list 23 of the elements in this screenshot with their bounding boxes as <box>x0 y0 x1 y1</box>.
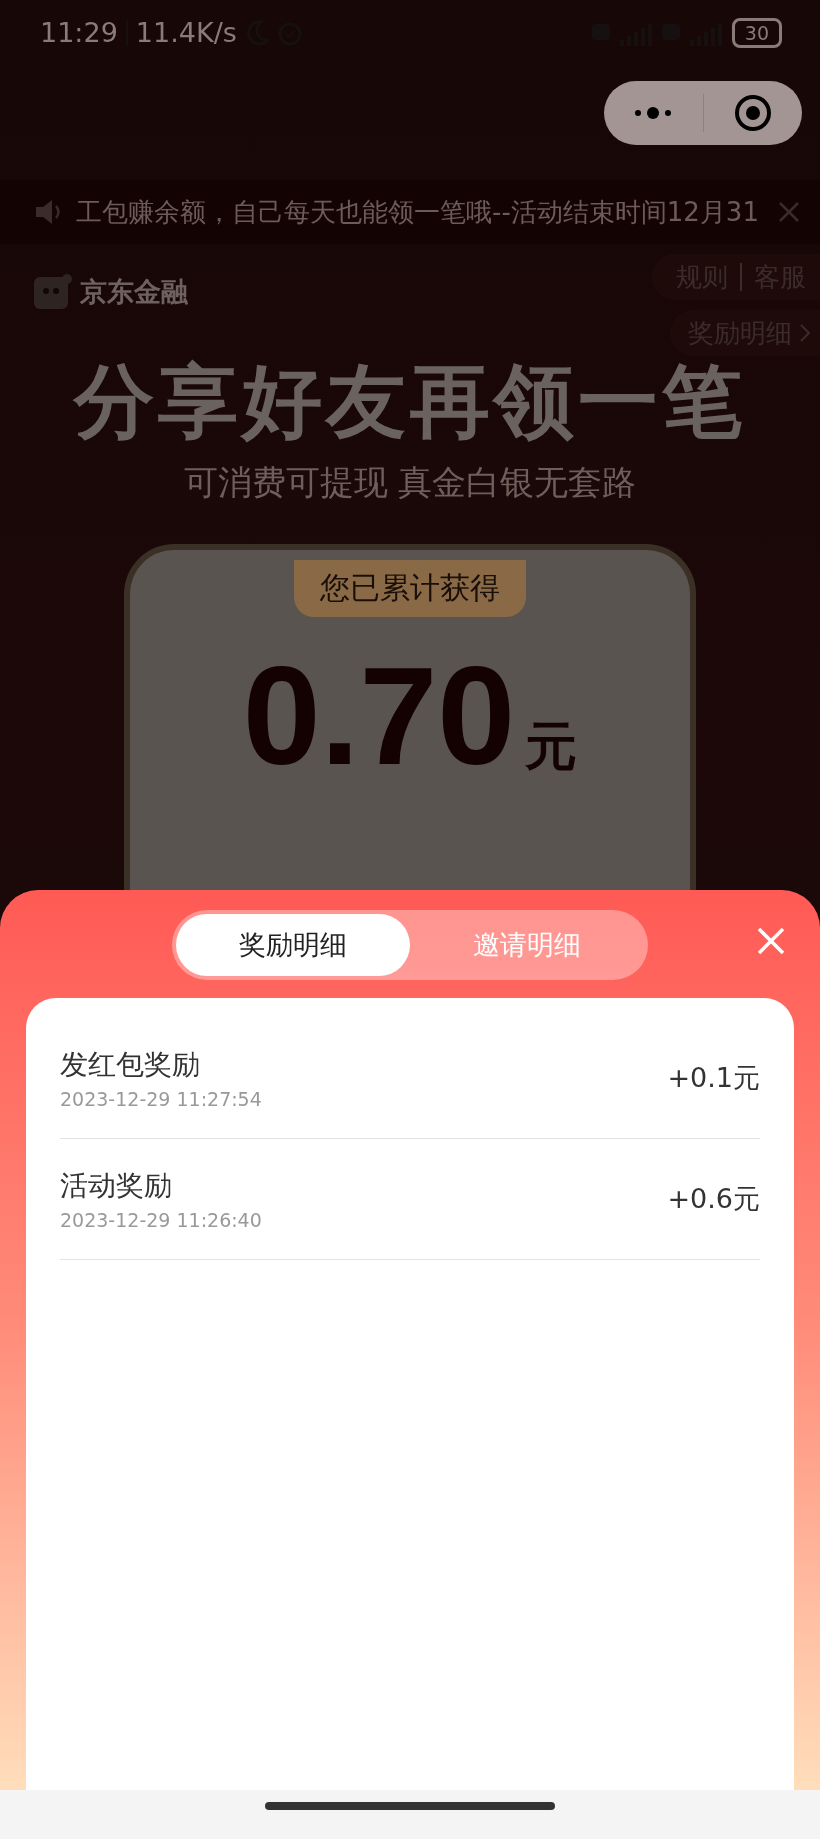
clock: 11:29 <box>40 17 118 49</box>
record-amount: +0.1元 <box>667 1061 760 1095</box>
record-title: 发红包奖励 <box>60 1047 201 1083</box>
notice-text: 工包赚余额，自己每天也能领一笔哦--活动结束时间12月31 <box>76 195 760 229</box>
record-time: 2023-12-29 11:26:40 <box>60 1209 262 1231</box>
hero-title: 分享好友再领一笔 <box>71 357 747 448</box>
brand-name: 京东金融 <box>80 275 188 310</box>
close-icon <box>778 201 800 224</box>
hero-subtitle: 可消费可提现 真金白银无套路 <box>182 461 638 505</box>
target-icon <box>733 93 772 132</box>
network-speed: 11.4K/s <box>135 17 237 49</box>
close-icon <box>756 926 786 956</box>
total-amount: 0.70 <box>242 636 516 796</box>
battery-level: 30 <box>731 17 782 48</box>
logo-icon <box>34 273 72 312</box>
record-amount: +0.6元 <box>667 1182 760 1216</box>
currency-unit: 元 <box>525 715 578 778</box>
record-time: 2023-12-29 11:27:54 <box>60 1088 262 1110</box>
tab[interactable]: 奖励明细 <box>176 914 410 976</box>
more-icon <box>633 105 674 120</box>
record-title: 活动奖励 <box>60 1168 173 1204</box>
tab[interactable]: 邀请明细 <box>410 914 644 976</box>
total-label: 您已累计获得 <box>294 560 526 617</box>
